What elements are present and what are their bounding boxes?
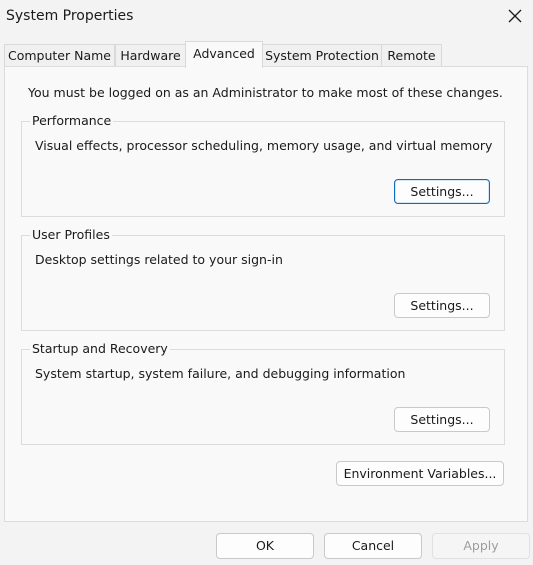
ok-button[interactable]: OK bbox=[216, 533, 314, 559]
performance-group-title: Performance bbox=[30, 113, 114, 128]
title-bar: System Properties bbox=[0, 0, 533, 36]
tab-computer-name[interactable]: Computer Name bbox=[4, 44, 115, 66]
close-icon bbox=[508, 8, 522, 27]
startup-recovery-group-title: Startup and Recovery bbox=[30, 341, 170, 356]
close-button[interactable] bbox=[497, 0, 533, 34]
window-title: System Properties bbox=[6, 8, 134, 24]
tab-remote[interactable]: Remote bbox=[381, 44, 442, 66]
startup-recovery-description: System startup, system failure, and debu… bbox=[35, 366, 406, 381]
tab-advanced[interactable]: Advanced bbox=[185, 41, 263, 68]
performance-description: Visual effects, processor scheduling, me… bbox=[35, 138, 493, 153]
tab-hardware[interactable]: Hardware bbox=[115, 44, 186, 66]
performance-group: Performance Visual effects, processor sc… bbox=[21, 113, 505, 217]
tab-system-protection[interactable]: System Protection bbox=[262, 44, 382, 66]
admin-note: You must be logged on as an Administrato… bbox=[28, 85, 503, 100]
user-profiles-settings-button[interactable]: Settings... bbox=[394, 293, 490, 318]
performance-settings-button[interactable]: Settings... bbox=[394, 179, 490, 204]
startup-recovery-group: Startup and Recovery System startup, sys… bbox=[21, 341, 505, 445]
advanced-tab-panel: You must be logged on as an Administrato… bbox=[4, 66, 528, 522]
system-properties-window: System Properties Computer Name Hardware… bbox=[0, 0, 533, 565]
apply-button[interactable]: Apply bbox=[432, 533, 530, 559]
startup-recovery-settings-button[interactable]: Settings... bbox=[394, 407, 490, 432]
user-profiles-group: User Profiles Desktop settings related t… bbox=[21, 227, 505, 331]
environment-variables-button[interactable]: Environment Variables... bbox=[336, 461, 504, 486]
cancel-button[interactable]: Cancel bbox=[324, 533, 422, 559]
user-profiles-description: Desktop settings related to your sign-in bbox=[35, 252, 283, 267]
user-profiles-group-title: User Profiles bbox=[30, 227, 112, 242]
